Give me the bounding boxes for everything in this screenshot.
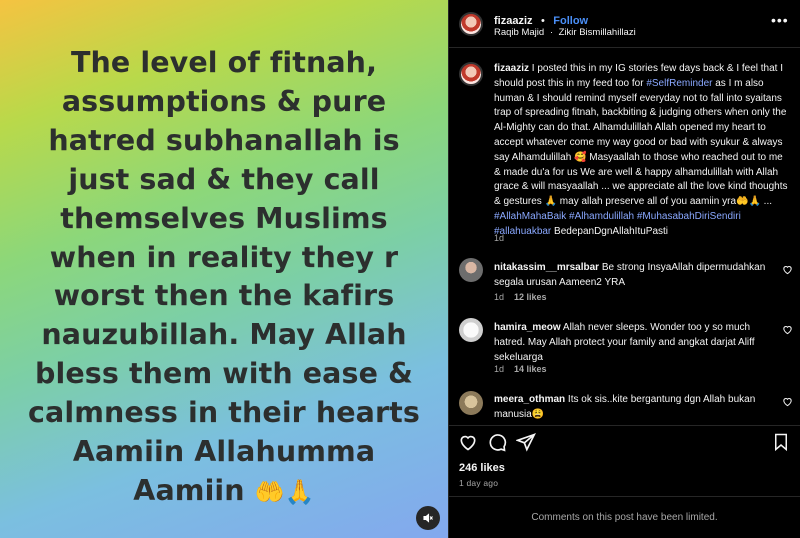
comment-icon[interactable] [487,432,507,452]
author-avatar[interactable] [459,12,483,36]
audio-track: Zikir Bismillahillazi [558,27,636,38]
comment-like-icon[interactable] [782,264,793,275]
author-username[interactable]: fizaaziz [494,15,533,27]
caption-text-3: BedepanDgnAllahItuPasti [551,225,669,237]
comment-username[interactable]: nitakassim__mrsalbar [494,262,599,273]
media-quote-body: The level of fitnah, assumptions & pure … [28,46,420,507]
comment-like-icon[interactable] [782,396,793,407]
post-viewer: The level of fitnah, assumptions & pure … [0,0,800,538]
media-quote-text: The level of fitnah, assumptions & pure … [14,44,434,512]
more-options-icon[interactable]: ••• [771,12,789,28]
comment-avatar[interactable] [459,318,483,342]
comment-item: hamira_meow Allah never sleeps. Wonder t… [494,320,774,365]
comment-likes[interactable]: 12 likes [514,292,547,302]
action-bar [458,432,798,454]
comments-limited-notice: Comments on this post have been limited. [449,496,800,538]
caption-username[interactable]: fizaaziz [494,63,529,74]
comment-time: 1d [494,364,505,374]
post-caption: fizaaziz I posted this in my IG stories … [494,62,790,240]
post-media[interactable]: The level of fitnah, assumptions & pure … [0,0,448,538]
comment-item: nitakassim__mrsalbar Be strong InsyaAlla… [494,260,774,290]
audio-artist: Raqib Majid [494,27,545,38]
audio-separator: · [549,27,553,38]
actions-divider [449,425,800,426]
caption-text-2: as I m also human & I should remind myse… [494,77,788,208]
comment-meta: 1d 14 likes [494,364,547,374]
heart-icon[interactable] [458,432,478,452]
comment-avatar[interactable] [459,391,483,415]
comment-meta: 1d 12 likes [494,292,547,302]
comment-username[interactable]: hamira_meow [494,322,561,333]
speaker-muted-icon[interactable] [416,506,440,530]
likes-count[interactable]: 246 likes [459,462,505,474]
comment-username[interactable]: meera_othman [494,394,565,405]
audio-line[interactable]: Raqib Majid · Zikir Bismillahillazi [494,27,636,38]
hashtag-selfreminder[interactable]: #SelfReminder [646,78,712,89]
comment-like-icon[interactable] [782,324,793,335]
comment-avatar[interactable] [459,258,483,282]
comment-likes[interactable]: 14 likes [514,364,547,374]
paper-plane-icon[interactable] [516,432,536,452]
comment-time: 1d [494,292,505,302]
bookmark-icon[interactable] [772,432,790,452]
caption-time: 1d [494,233,505,243]
posted-time: 1 day ago [459,478,499,488]
header-divider [449,47,800,48]
header-separator: • [540,15,545,27]
caption-avatar[interactable] [459,62,483,86]
comment-item: meera_othman Its ok sis..kite bergantung… [494,392,774,422]
follow-button[interactable]: Follow [553,15,588,27]
media-quote-emoji: 🤲🙏 [254,477,315,506]
